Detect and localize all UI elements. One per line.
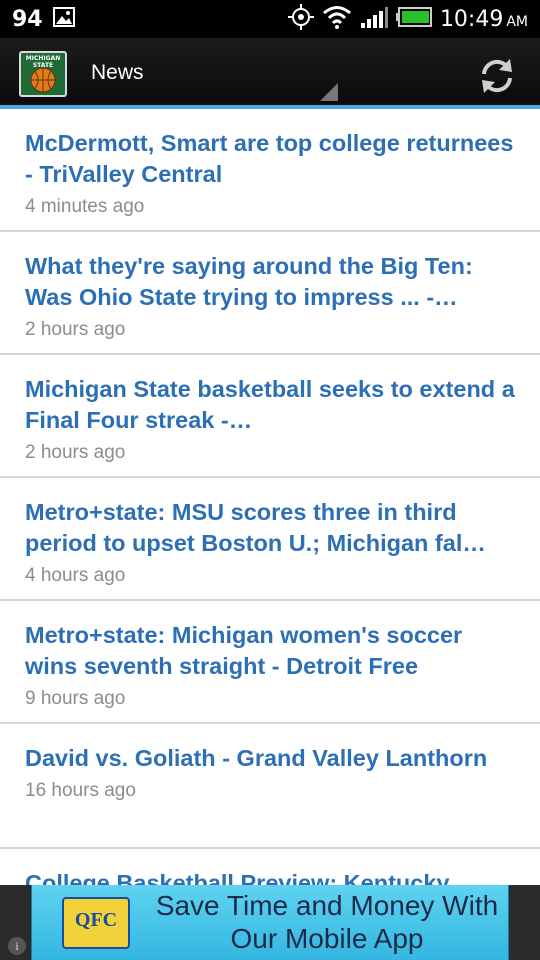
status-bar: 94 10:49 AM <box>0 0 540 38</box>
signal-icon <box>360 5 388 33</box>
news-title[interactable]: Metro+state: Michigan women's soccer win… <box>25 620 515 682</box>
refresh-button[interactable] <box>474 53 520 99</box>
news-time: 9 hours ago <box>25 688 126 709</box>
news-time: 16 hours ago <box>25 780 136 801</box>
news-title[interactable]: David vs. Goliath - Grand Valley Lanthor… <box>25 743 515 774</box>
status-time: 10:49 <box>439 6 504 32</box>
news-item[interactable]: Michigan State basketball seeks to exten… <box>0 355 540 478</box>
image-icon <box>52 6 75 32</box>
news-item[interactable]: College Basketball Preview: Kentucky <box>0 849 540 885</box>
dropdown-indicator-icon[interactable] <box>320 83 338 101</box>
news-title[interactable]: Metro+state: MSU scores three in third p… <box>25 497 515 559</box>
app-bar: MICHIGAN STATE News <box>0 38 540 109</box>
news-item[interactable]: McDermott, Smart are top college returne… <box>0 109 540 232</box>
news-title[interactable]: Michigan State basketball seeks to exten… <box>25 374 515 436</box>
app-logo[interactable]: MICHIGAN STATE <box>19 51 67 97</box>
news-item[interactable]: Metro+state: MSU scores three in third p… <box>0 478 540 601</box>
news-time: 4 hours ago <box>25 565 126 586</box>
ad-logo-text: QFC <box>74 909 118 931</box>
battery-icon <box>395 6 432 32</box>
news-title[interactable]: What they're saying around the Big Ten: … <box>25 251 515 313</box>
ad-text: Save Time and Money With Our Mobile App <box>155 890 499 954</box>
refresh-icon <box>482 59 512 93</box>
news-item[interactable]: Metro+state: Michigan women's soccer win… <box>0 601 540 724</box>
news-title[interactable]: McDermott, Smart are top college returne… <box>25 128 515 190</box>
notification-count: 94 <box>12 6 43 32</box>
status-ampm: AM <box>506 13 528 30</box>
ad-logo: QFC <box>62 897 130 949</box>
news-item[interactable]: What they're saying around the Big Ten: … <box>0 232 540 355</box>
ad-banner[interactable]: QFC Save Time and Money With Our Mobile … <box>31 885 509 960</box>
news-time: 4 minutes ago <box>25 196 145 217</box>
news-time: 2 hours ago <box>25 442 126 463</box>
news-list[interactable]: McDermott, Smart are top college returne… <box>0 109 540 885</box>
news-title[interactable]: College Basketball Preview: Kentucky <box>25 868 515 885</box>
wifi-icon <box>322 5 352 33</box>
info-icon[interactable]: i <box>8 937 26 955</box>
basketball-icon <box>30 67 56 93</box>
ad-area: i QFC Save Time and Money With Our Mobil… <box>0 885 540 960</box>
app-title[interactable]: News <box>91 61 144 85</box>
news-item[interactable]: David vs. Goliath - Grand Valley Lanthor… <box>0 724 540 849</box>
news-time: 2 hours ago <box>25 319 126 340</box>
gps-icon <box>287 4 314 34</box>
